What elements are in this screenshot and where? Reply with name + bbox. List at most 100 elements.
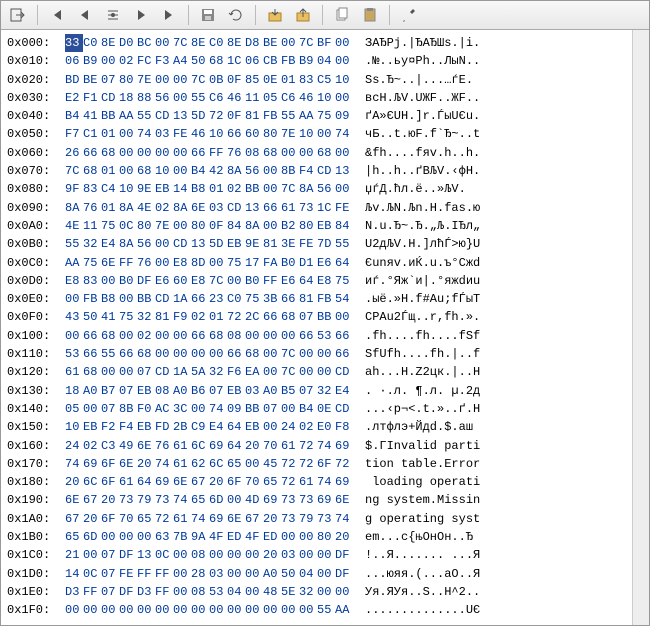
hex-row[interactable]: 0x030:E2F1CD1888560055C6461105C6461000вс… [7,89,626,107]
byte[interactable]: 2B [173,418,191,436]
ascii[interactable]: U2дЉV.Н.]лћЃ>ю}U [365,235,480,253]
byte[interactable]: 00 [281,601,299,619]
byte[interactable]: 73 [299,199,317,217]
byte[interactable]: 00 [155,144,173,162]
hex-bytes[interactable]: 140C07FEFFFF0028030000A0500400DF [65,565,353,583]
byte[interactable]: 00 [191,601,209,619]
byte[interactable]: 46 [191,125,209,143]
byte[interactable]: 68 [281,308,299,326]
byte[interactable]: 00 [209,345,227,363]
byte[interactable]: 00 [317,583,335,601]
byte[interactable]: 00 [191,400,209,418]
byte[interactable]: 00 [209,546,227,564]
byte[interactable]: 00 [173,144,191,162]
byte[interactable]: 00 [101,52,119,70]
byte[interactable]: 00 [281,34,299,52]
hex-row[interactable]: 0x1A0:67206F7065726174696E672073797374g … [7,510,626,528]
byte[interactable]: 8A [119,199,137,217]
byte[interactable]: 8A [299,180,317,198]
byte[interactable]: 66 [83,144,101,162]
byte[interactable]: 73 [281,510,299,528]
byte[interactable]: E6 [317,254,335,272]
byte[interactable]: 76 [155,437,173,455]
byte[interactable]: 4E [137,199,155,217]
byte[interactable]: F9 [173,308,191,326]
byte[interactable]: 00 [155,235,173,253]
byte[interactable]: 07 [299,382,317,400]
ascii[interactable]: Љv.ЉN.Љn.Н.fas.ю [365,199,480,217]
byte[interactable]: 00 [335,52,353,70]
hex-row[interactable]: 0x150:10EBF2F4EBFD2BC9E464EB002402E0F8.л… [7,418,626,436]
byte[interactable]: 32 [299,583,317,601]
byte[interactable]: A0 [263,382,281,400]
byte[interactable]: 03 [209,199,227,217]
byte[interactable]: 75 [317,107,335,125]
byte[interactable]: 10 [119,180,137,198]
byte[interactable]: F1 [83,89,101,107]
ascii[interactable]: loading operati [365,473,480,491]
hex-bytes[interactable]: 4E11750C807E00800F848A00B280EB84 [65,217,353,235]
hex-row[interactable]: 0x180:206C6F6164696E67206F706572617469 l… [7,473,626,491]
ascii[interactable]: џѓД.ћл.ё..»ЉV. [365,180,466,198]
byte[interactable]: EB [227,235,245,253]
byte[interactable]: FD [155,418,173,436]
byte[interactable]: 0C [155,546,173,564]
byte[interactable]: BB [137,290,155,308]
byte[interactable]: 00 [155,327,173,345]
next-icon[interactable] [128,3,154,27]
byte[interactable]: 06 [245,52,263,70]
ascii[interactable]: &fh....fяv.h..h. [365,144,480,162]
byte[interactable]: 6C [209,455,227,473]
byte[interactable]: 21 [65,546,83,564]
byte[interactable]: 07 [101,583,119,601]
byte[interactable]: E8 [173,254,191,272]
byte[interactable]: C1 [83,125,101,143]
hex-bytes[interactable]: 67206F7065726174696E672073797374 [65,510,353,528]
byte[interactable]: 00 [281,528,299,546]
byte[interactable]: 70 [245,473,263,491]
byte[interactable]: C6 [209,89,227,107]
byte[interactable]: BB [317,308,335,326]
byte[interactable]: B8 [191,180,209,198]
ascii[interactable]: ...‹р¬<.t.»..ґ.Н [365,400,480,418]
byte[interactable]: 75 [335,272,353,290]
byte[interactable]: 20 [263,546,281,564]
byte[interactable]: E4 [209,418,227,436]
byte[interactable]: 50 [83,308,101,326]
byte[interactable]: 17 [245,254,263,272]
byte[interactable]: 00 [281,400,299,418]
byte[interactable]: 07 [101,546,119,564]
hex-row[interactable]: 0x0D0:E88300B0DFE660E87C00B0FFE664E875иѓ… [7,272,626,290]
byte[interactable]: 80 [191,217,209,235]
byte[interactable]: 18 [119,89,137,107]
byte[interactable]: 00 [119,528,137,546]
ascii[interactable]: .ыё.»Н.f#Аu;fЃыT [365,290,480,308]
byte[interactable]: F0 [137,400,155,418]
byte[interactable]: 6E [191,199,209,217]
byte[interactable]: CD [101,89,119,107]
byte[interactable]: 74 [173,491,191,509]
byte[interactable]: 0C [119,217,137,235]
byte[interactable]: 00 [335,34,353,52]
byte[interactable]: B0 [281,254,299,272]
byte[interactable]: 00 [155,34,173,52]
byte[interactable]: 33 [65,34,83,52]
byte[interactable]: 00 [335,583,353,601]
byte[interactable]: 8A [245,217,263,235]
hex-bytes[interactable]: D3FF07DFD3FF0008530400485E320000 [65,583,353,601]
byte[interactable]: 02 [155,199,173,217]
hex-bytes[interactable]: 6E672073797374656D004D697373696E [65,491,353,509]
byte[interactable]: 02 [191,308,209,326]
byte[interactable]: CD [173,235,191,253]
byte[interactable]: 64 [137,473,155,491]
byte[interactable]: 65 [263,473,281,491]
byte[interactable]: 68 [83,363,101,381]
byte[interactable]: 8A [173,199,191,217]
byte[interactable]: 74 [335,125,353,143]
byte[interactable]: 60 [245,125,263,143]
hex-row[interactable]: 0x120:6168000007CD1A5A32F6EA007C0000CDah… [7,363,626,381]
hex-row[interactable]: 0x060:2666680000000066FF76086800006800&f… [7,144,626,162]
hex-row[interactable]: 0x070:7C680100681000B4428A56008BF4CD13|h… [7,162,626,180]
byte[interactable]: 66 [299,327,317,345]
hex-bytes[interactable]: 10EBF2F4EBFD2BC9E464EB002402E0F8 [65,418,353,436]
